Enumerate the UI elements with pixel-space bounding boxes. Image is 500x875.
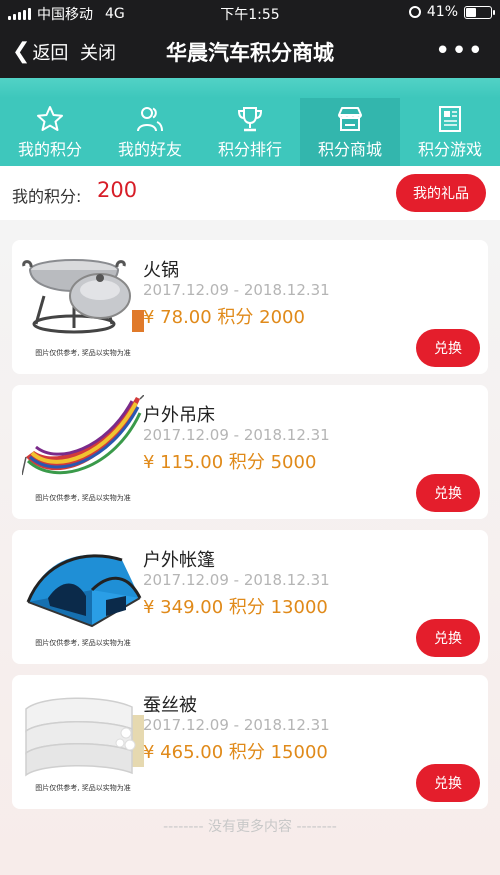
product-image: 图片仅供参考, 奖品以实物为准 (22, 685, 144, 795)
back-label: 返回 (32, 43, 69, 64)
product-list: 图片仅供参考, 奖品以实物为准 火锅 2017.12.09 - 2018.12.… (0, 220, 500, 875)
product-card-hotpot: 图片仅供参考, 奖品以实物为准 火锅 2017.12.09 - 2018.12.… (12, 240, 488, 374)
exchange-button[interactable]: 兑换 (416, 619, 480, 657)
hotpot-icon (22, 250, 144, 346)
my-gifts-button[interactable]: 我的礼品 (396, 174, 486, 212)
more-menu-button[interactable]: ••• (435, 36, 484, 66)
status-bar: 中国移动 4G 下午1:55 41% (0, 0, 500, 26)
image-disclaimer: 图片仅供参考, 奖品以实物为准 (35, 494, 131, 502)
tent-icon (22, 540, 144, 636)
exchange-button[interactable]: 兑换 (416, 329, 480, 367)
battery-percent: 41% (426, 4, 458, 20)
exchange-button[interactable]: 兑换 (416, 764, 480, 802)
friends-icon (137, 107, 163, 132)
tab-label: 我的好友 (117, 140, 182, 159)
nav-bar: ❮ 返回 关闭 华晨汽车积分商城 ••• (0, 26, 500, 78)
no-more-content-label: -------- 没有更多内容 -------- (163, 819, 337, 835)
product-card-tent: 图片仅供参考, 奖品以实物为准 户外帐篷 2017.12.09 - 2018.1… (12, 530, 488, 664)
hammock-icon (22, 395, 144, 491)
product-card-hammock: 图片仅供参考, 奖品以实物为准 户外吊床 2017.12.09 - 2018.1… (12, 385, 488, 519)
battery-icon (464, 5, 495, 19)
product-image: 图片仅供参考, 奖品以实物为准 (22, 395, 144, 505)
product-image: 图片仅供参考, 奖品以实物为准 (22, 540, 144, 650)
product-price: ¥ 465.00 积分 15000 (143, 742, 328, 763)
product-name: 火锅 (143, 260, 179, 281)
trophy-icon (237, 107, 263, 132)
star-icon (37, 106, 63, 131)
tab-label: 积分商城 (317, 140, 382, 159)
product-price: ¥ 349.00 积分 13000 (143, 597, 328, 618)
tab-label: 积分游戏 (417, 140, 482, 159)
points-summary: 我的积分: 200 我的礼品 (0, 166, 500, 220)
tab-points-ranking[interactable]: 积分排行 (200, 98, 300, 166)
points-label: 我的积分: (12, 187, 82, 206)
banner (0, 78, 500, 98)
product-card-silk-quilt: 图片仅供参考, 奖品以实物为准 蚕丝被 2017.12.09 - 2018.12… (12, 675, 488, 809)
tab-label: 积分排行 (217, 140, 282, 159)
product-price: ¥ 78.00 积分 2000 (143, 307, 305, 328)
back-button[interactable]: ❮ 返回 (12, 39, 68, 65)
close-button[interactable]: 关闭 (80, 39, 116, 65)
product-name: 蚕丝被 (143, 695, 197, 716)
product-name: 户外帐篷 (143, 550, 215, 571)
tab-points-game[interactable]: 积分游戏 (400, 98, 500, 166)
product-date-range: 2017.12.09 - 2018.12.31 (143, 426, 330, 444)
product-date-range: 2017.12.09 - 2018.12.31 (143, 281, 330, 299)
tab-label: 我的积分 (17, 140, 82, 159)
image-disclaimer: 图片仅供参考, 奖品以实物为准 (35, 784, 131, 792)
product-price: ¥ 115.00 积分 5000 (143, 452, 317, 473)
page-title: 华晨汽车积分商城 (166, 41, 334, 65)
exchange-button[interactable]: 兑换 (416, 474, 480, 512)
product-date-range: 2017.12.09 - 2018.12.31 (143, 571, 330, 589)
product-date-range: 2017.12.09 - 2018.12.31 (143, 716, 330, 734)
image-disclaimer: 图片仅供参考, 奖品以实物为准 (35, 349, 131, 357)
tab-bar: 我的积分 我的好友 积分排行 积分商城 积分游戏 (0, 98, 500, 166)
image-disclaimer: 图片仅供参考, 奖品以实物为准 (35, 639, 131, 647)
rotation-lock-icon (408, 6, 421, 18)
product-name: 户外吊床 (143, 405, 215, 426)
points-value: 200 (97, 178, 138, 202)
product-image: 图片仅供参考, 奖品以实物为准 (22, 250, 144, 360)
chevron-left-icon: ❮ (12, 39, 31, 64)
tab-points-store[interactable]: 积分商城 (300, 98, 400, 166)
quilt-icon (22, 685, 144, 781)
tab-my-friends[interactable]: 我的好友 (100, 98, 200, 166)
store-icon (338, 107, 362, 131)
game-icon (439, 106, 461, 132)
tab-my-points[interactable]: 我的积分 (0, 98, 100, 166)
